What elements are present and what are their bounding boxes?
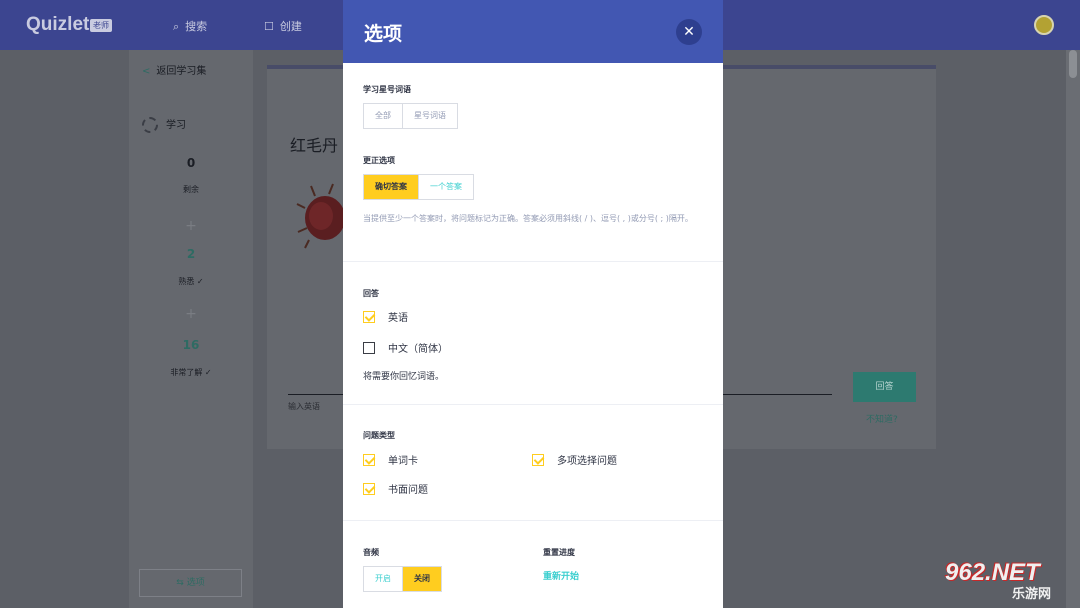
answer-section-label: 回答 <box>363 289 379 298</box>
dont-know-link[interactable]: 不知道? <box>866 412 898 425</box>
quizlet-logo[interactable]: Quizlet <box>26 14 89 36</box>
remaining-count: 0 <box>186 156 196 170</box>
mastered-label: 非常了解 ✓ <box>170 368 212 377</box>
study-starred-label: 学习星号词语 <box>363 85 411 94</box>
all-terms-option[interactable]: 全部 <box>364 104 402 128</box>
checkbox-checked-icon[interactable] <box>532 453 544 466</box>
restart-link[interactable]: 重新开始 <box>543 569 579 582</box>
reset-progress-label: 重置进度 <box>543 548 575 557</box>
correction-toggle: 确切答案 一个答案 <box>363 174 474 200</box>
mastered-count: 16 <box>182 338 200 352</box>
options-button[interactable]: ⇆ 选项 <box>139 569 242 597</box>
teacher-badge: 老师 <box>90 19 112 32</box>
audio-label: 音频 <box>363 548 379 557</box>
create-icon: ☐ <box>264 20 274 33</box>
rambutan-image <box>296 183 343 249</box>
flashcards-label: 单词卡 <box>388 456 418 467</box>
divider <box>343 520 723 521</box>
starred-terms-option[interactable]: 星号词语 <box>402 104 457 128</box>
divider <box>343 261 723 262</box>
plus-icon: + <box>185 306 197 322</box>
chinese-label: 中文（简体） <box>388 344 448 355</box>
correction-label: 更正选项 <box>363 156 395 165</box>
answer-button[interactable]: 回答 <box>853 372 916 402</box>
audio-toggle: 开启 关闭 <box>363 566 442 592</box>
options-icon: ⇆ <box>176 578 187 588</box>
answer-note: 将需要你回忆词语。 <box>363 372 445 382</box>
page-scrollbar[interactable] <box>1066 50 1080 608</box>
modal-title: 选项 <box>364 23 403 45</box>
create-nav-link[interactable]: ☐ 创建 <box>264 18 302 34</box>
learn-mode-indicator: 学习 <box>142 116 186 133</box>
checkbox-unchecked-icon[interactable] <box>363 341 375 354</box>
audio-off-option[interactable]: 关闭 <box>402 567 441 591</box>
search-icon: ⌕ <box>173 20 180 33</box>
answer-english-checkbox[interactable]: 英语 <box>363 309 408 324</box>
exact-answer-option[interactable]: 确切答案 <box>364 175 418 199</box>
search-nav-link[interactable]: ⌕ 搜索 <box>173 18 207 34</box>
divider <box>343 404 723 405</box>
options-modal: 选项 ✕ 学习星号词语 全部 星号词语 更正选项 确切答案 一个答案 当提供至少… <box>343 0 723 608</box>
correction-help-text: 当提供至少一个答案时，将问题标记为正确。答案必须用斜线( / )、逗号( , )… <box>363 214 693 223</box>
familiar-count: 2 <box>186 247 196 261</box>
checkbox-checked-icon[interactable] <box>363 310 375 323</box>
written-checkbox[interactable]: 书面问题 <box>363 481 428 496</box>
plus-icon: + <box>185 218 197 234</box>
checkbox-checked-icon[interactable] <box>363 482 375 495</box>
chevron-left-icon: < <box>142 66 151 77</box>
multiple-choice-label: 多项选择问题 <box>557 456 617 467</box>
back-label: 返回学习集 <box>156 66 207 77</box>
audio-on-option[interactable]: 开启 <box>364 567 402 591</box>
mode-label: 学习 <box>166 120 186 131</box>
question-types-label: 问题类型 <box>363 431 395 440</box>
written-label: 书面问题 <box>388 485 428 496</box>
familiar-label: 熟悉 ✓ <box>178 277 204 286</box>
search-label: 搜索 <box>185 20 208 33</box>
answer-chinese-checkbox[interactable]: 中文（简体） <box>363 340 448 355</box>
scrollbar-thumb[interactable] <box>1069 50 1077 78</box>
progress-ring-icon <box>142 117 158 133</box>
options-label: 选项 <box>186 578 205 588</box>
question-term: 红毛丹 <box>290 136 339 155</box>
checkbox-checked-icon[interactable] <box>363 453 375 466</box>
back-to-set-link[interactable]: < 返回学习集 <box>142 62 206 77</box>
watermark-text: 乐游网 <box>1012 587 1052 602</box>
english-label: 英语 <box>388 313 408 324</box>
remaining-label: 剩余 <box>183 185 199 194</box>
create-label: 创建 <box>279 20 302 33</box>
close-icon[interactable]: ✕ <box>676 19 702 45</box>
answer-input-hint[interactable]: 输入英语 <box>288 401 320 412</box>
flashcards-checkbox[interactable]: 单词卡 <box>363 452 418 467</box>
study-sidebar <box>129 50 253 608</box>
multiple-choice-checkbox[interactable]: 多项选择问题 <box>532 452 617 467</box>
one-answer-option[interactable]: 一个答案 <box>418 175 473 199</box>
modal-header: 选项 ✕ <box>343 0 723 63</box>
study-starred-toggle: 全部 星号词语 <box>363 103 458 129</box>
user-avatar[interactable] <box>1034 15 1054 35</box>
